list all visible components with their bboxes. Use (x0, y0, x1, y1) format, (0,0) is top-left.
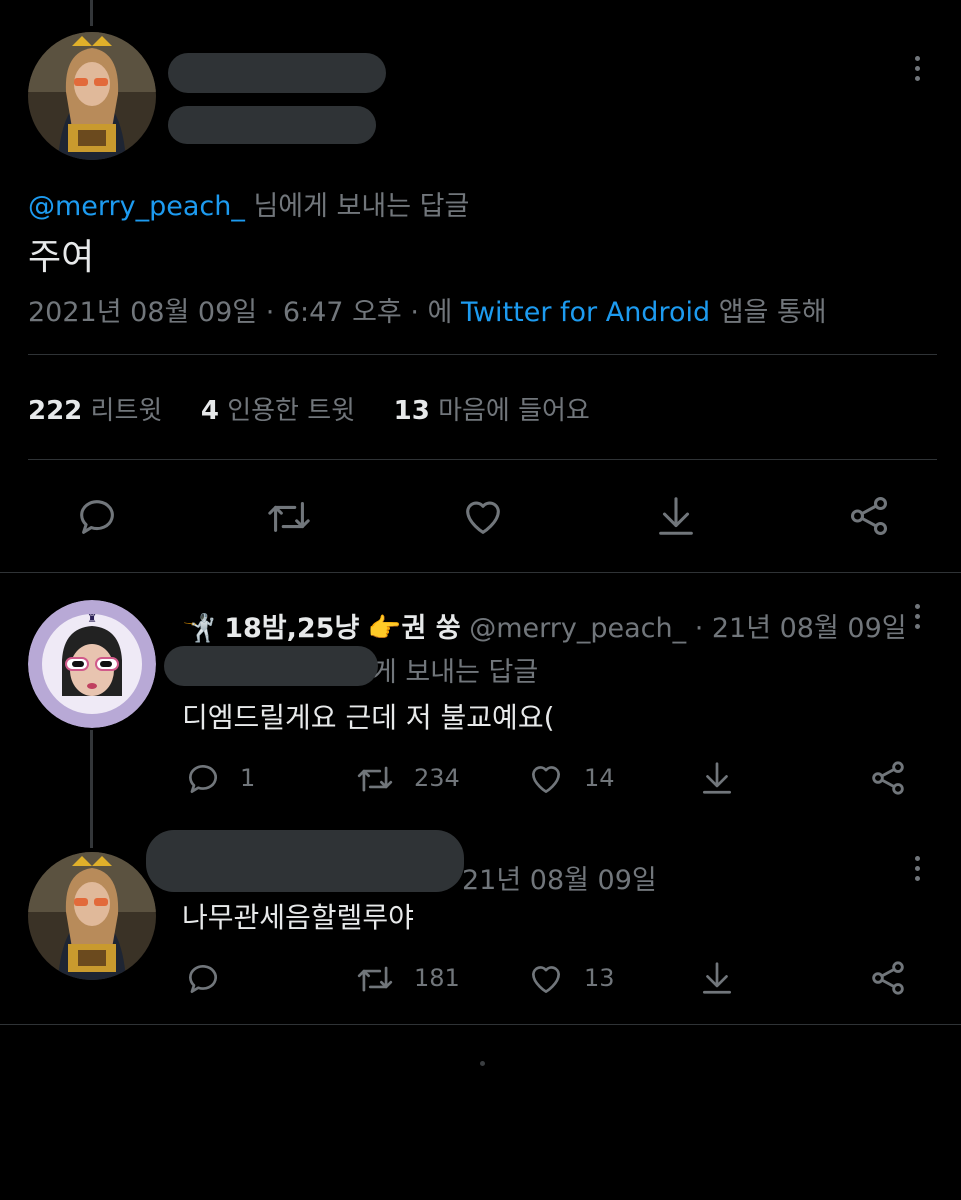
reply1-reply-icon[interactable] (184, 760, 222, 798)
reply2-more-options-icon[interactable] (915, 856, 921, 886)
reply-to-handle-link[interactable]: @merry_peach_ (28, 191, 245, 222)
reply2-retweet-count: 181 (414, 964, 460, 992)
quotes-stat[interactable]: 4 인용한 트윗 (201, 396, 355, 426)
likes-stat[interactable]: 13 마음에 들어요 (394, 396, 590, 426)
tweet-date: 2021년 08월 09일 · 6:47 오후 · 에 (28, 297, 461, 328)
divider (28, 354, 937, 355)
reply1-download-icon[interactable] (698, 758, 736, 798)
reply-to-line: @merry_peach_ 님에게 보내는 답글 (28, 184, 469, 223)
tweet-text: 주여 (28, 237, 95, 278)
share-icon[interactable] (846, 492, 892, 540)
author-avatar[interactable] (28, 32, 156, 160)
thread-line-reply1 (90, 730, 93, 848)
reply1-like-icon[interactable] (526, 760, 566, 798)
pointing-hand-emoji: 👉 (367, 613, 402, 644)
reply1-display-name-suffix[interactable]: 권 쑹 (402, 613, 461, 644)
reply1-retweet-count: 234 (414, 764, 460, 792)
redacted-username (168, 106, 376, 144)
tweet-metadata: 2021년 08월 09일 · 6:47 오후 · 에 Twitter for … (28, 290, 827, 329)
thread-line-top (90, 0, 93, 26)
reply1-avatar[interactable]: ♜ (28, 600, 156, 728)
reply2-date: 21년 08월 09일 (462, 865, 657, 896)
reply1-more-options-icon[interactable] (915, 604, 921, 634)
reply2-retweet-icon[interactable] (354, 960, 396, 998)
divider (28, 459, 937, 460)
reply2-reply-icon[interactable] (184, 960, 222, 998)
redacted-reply2-header (146, 830, 464, 892)
divider (0, 572, 961, 573)
reply-to-suffix: 님에게 보내는 답글 (244, 191, 470, 222)
reply1-reply-count: 1 (240, 764, 256, 792)
reply2-download-icon[interactable] (698, 958, 736, 998)
client-suffix: 앱을 통해 (710, 297, 827, 328)
reply1-retweet-icon[interactable] (354, 760, 396, 798)
reply-icon[interactable] (74, 494, 120, 540)
retweets-stat[interactable]: 222 리트윗 (28, 396, 162, 426)
reply1-date: · 21년 08월 09일 (694, 613, 907, 644)
retweet-icon[interactable] (264, 494, 314, 540)
reply1-reply-to: 게 보내는 답글 (372, 657, 539, 688)
reply1-like-count: 14 (584, 764, 615, 792)
reply2-like-icon[interactable] (526, 960, 566, 998)
client-link[interactable]: Twitter for Android (461, 297, 710, 328)
redacted-reply-to (164, 646, 378, 686)
redacted-display-name (168, 53, 386, 93)
reply1-display-name[interactable]: 18밤,25냥 (224, 613, 359, 644)
reply2-text: 나무관세음할렐루야 (182, 901, 414, 934)
reply2-avatar[interactable] (28, 852, 156, 980)
reply1-header: 🤺 18밤,25냥 👉권 쑹 @merry_peach_ · 21년 08월 0… (182, 606, 907, 645)
loading-dot (480, 1061, 485, 1066)
fencer-emoji: 🤺 (182, 613, 216, 644)
reply1-handle[interactable]: @merry_peach_ (469, 613, 686, 644)
svg-text:♜: ♜ (87, 612, 97, 625)
more-options-icon[interactable] (915, 56, 921, 86)
reply2-share-icon[interactable] (868, 958, 908, 998)
like-icon[interactable] (459, 494, 507, 540)
download-icon[interactable] (653, 492, 699, 540)
divider (0, 1024, 961, 1025)
reply1-text: 디엠드릴게요 근데 저 불교예요( (182, 701, 555, 734)
reply2-like-count: 13 (584, 964, 615, 992)
tweet-stats: 222 리트윗 4 인용한 트윗 13 마음에 들어요 (28, 390, 590, 427)
reply1-share-icon[interactable] (868, 758, 908, 798)
